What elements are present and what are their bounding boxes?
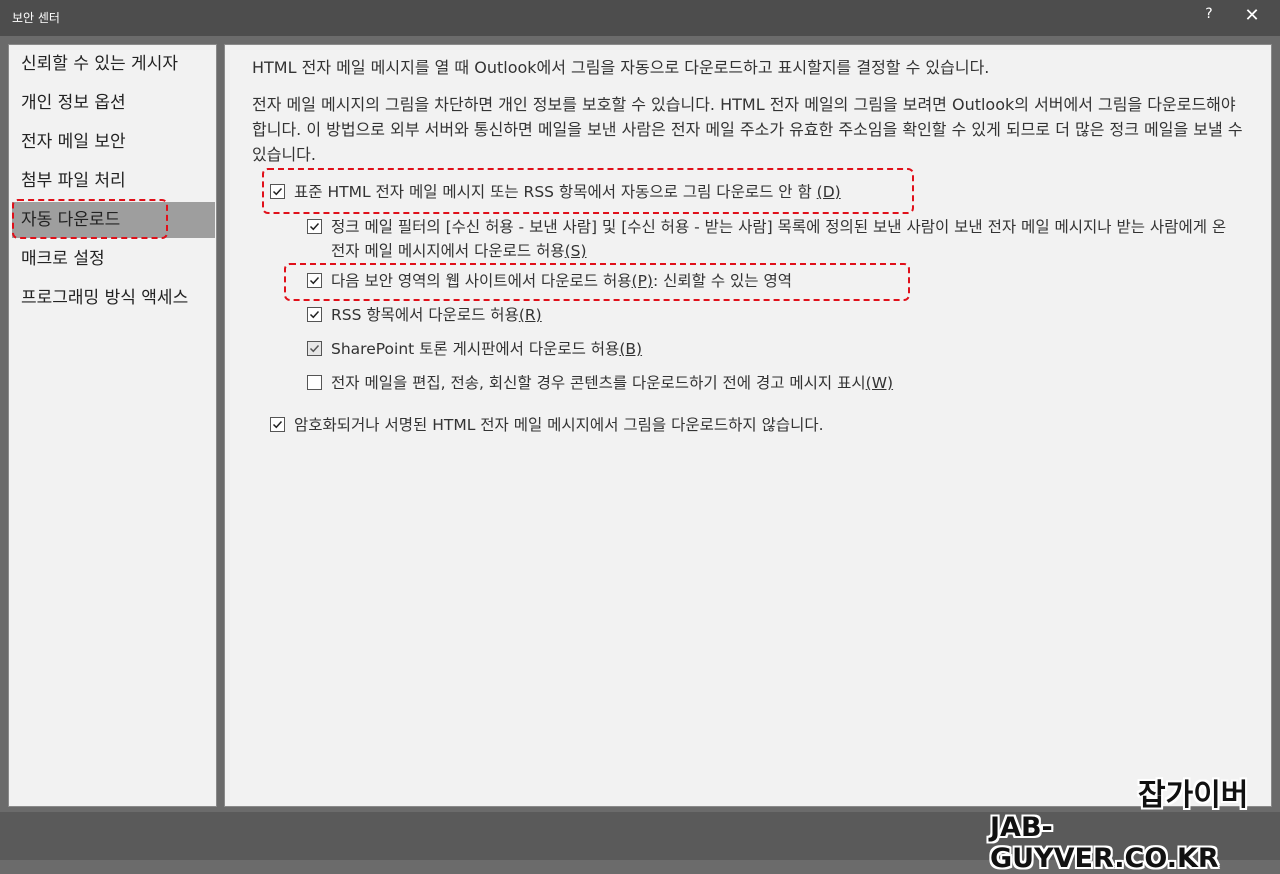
settings-panel: HTML 전자 메일 메시지를 열 때 Outlook에서 그림을 자동으로 다… <box>224 44 1272 807</box>
intro-text: HTML 전자 메일 메시지를 열 때 Outlook에서 그림을 자동으로 다… <box>252 58 990 77</box>
option-label: RSS 항목에서 다운로드 허용 <box>331 306 519 324</box>
checkbox[interactable] <box>307 341 322 356</box>
option-block-auto-download[interactable]: 표준 HTML 전자 메일 메시지 또는 RSS 항목에서 자동으로 그림 다운… <box>270 180 841 204</box>
sidebar-item-email-security[interactable]: 전자 메일 보안 <box>12 124 215 160</box>
sidebar-item-privacy-options[interactable]: 개인 정보 옵션 <box>12 85 215 121</box>
sidebar-item-automatic-download[interactable]: 자동 다운로드 <box>12 202 215 238</box>
sidebar-item-attachment-handling[interactable]: 첨부 파일 처리 <box>12 163 215 199</box>
option-allow-safe-senders[interactable]: 정크 메일 필터의 [수신 허용 - 보낸 사람] 및 [수신 허용 - 받는 … <box>307 215 1227 263</box>
zone-name: : 신뢰할 수 있는 영역 <box>652 272 792 290</box>
sidebar-item-macro-settings[interactable]: 매크로 설정 <box>12 241 215 277</box>
option-label: SharePoint 토론 게시판에서 다운로드 허용 <box>331 340 620 358</box>
access-key: (D) <box>816 183 841 201</box>
option-allow-security-zone[interactable]: 다음 보안 영역의 웹 사이트에서 다운로드 허용(P): 신뢰할 수 있는 영… <box>307 269 792 293</box>
option-warn-before-download[interactable]: 전자 메일을 편집, 전송, 회신할 경우 콘텐츠를 다운로드하기 전에 경고 … <box>307 371 893 395</box>
access-key: (R) <box>518 306 542 324</box>
sidebar-item-trusted-publishers[interactable]: 신뢰할 수 있는 게시자 <box>12 46 215 82</box>
watermark-logo-url: JAB-GUYVER.CO.KR <box>990 812 1219 874</box>
checkbox[interactable] <box>307 307 322 322</box>
option-label: 암호화되거나 서명된 HTML 전자 메일 메시지에서 그림을 다운로드하지 않… <box>294 416 824 434</box>
checkbox[interactable] <box>270 184 285 199</box>
description-text: 전자 메일 메시지의 그림을 차단하면 개인 정보를 보호할 수 있습니다. H… <box>252 95 1243 164</box>
checkbox[interactable] <box>307 375 322 390</box>
option-allow-rss[interactable]: RSS 항목에서 다운로드 허용(R) <box>307 303 542 327</box>
close-button[interactable]: ✕ <box>1240 5 1264 29</box>
option-encrypted-no-download[interactable]: 암호화되거나 서명된 HTML 전자 메일 메시지에서 그림을 다운로드하지 않… <box>270 413 824 437</box>
option-label: 표준 HTML 전자 메일 메시지 또는 RSS 항목에서 자동으로 그림 다운… <box>294 183 812 201</box>
window-title: 보안 센터 <box>12 11 60 25</box>
access-key: (W) <box>865 374 894 392</box>
sidebar-item-programmatic-access[interactable]: 프로그래밍 방식 액세스 <box>12 280 215 316</box>
checkbox[interactable] <box>270 417 285 432</box>
access-key: (B) <box>619 340 643 358</box>
checkbox[interactable] <box>307 273 322 288</box>
access-key: (S) <box>564 242 587 260</box>
watermark-logo-korean: 잡가이버 <box>1138 778 1249 813</box>
access-key: (P) <box>631 272 653 290</box>
checkbox[interactable] <box>307 219 322 234</box>
sidebar-nav: 신뢰할 수 있는 게시자 개인 정보 옵션 전자 메일 보안 첨부 파일 처리 … <box>8 44 217 807</box>
option-label: 다음 보안 영역의 웹 사이트에서 다운로드 허용 <box>331 272 632 290</box>
option-label: 전자 메일을 편집, 전송, 회신할 경우 콘텐츠를 다운로드하기 전에 경고 … <box>331 374 866 392</box>
option-label: 정크 메일 필터의 [수신 허용 - 보낸 사람] 및 [수신 허용 - 받는 … <box>331 218 1227 260</box>
option-allow-sharepoint[interactable]: SharePoint 토론 게시판에서 다운로드 허용(B) <box>307 337 642 361</box>
title-bar: 보안 센터 ? ✕ <box>0 0 1280 36</box>
help-button[interactable]: ? <box>1200 6 1218 28</box>
